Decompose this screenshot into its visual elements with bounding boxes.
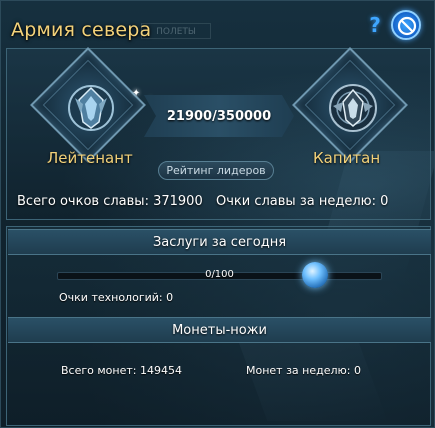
weekly-glory-label: Очки славы за неделю: (216, 194, 376, 209)
merits-panel: Заслуги за сегодня 0/100 Очки технологий… (6, 226, 431, 426)
next-rank-label: Капитан (313, 149, 381, 167)
total-glory-value: 371900 (153, 194, 203, 209)
current-rank-label: Лейтенант (47, 149, 133, 167)
weekly-glory-value: 0 (380, 194, 389, 209)
rank-panel: ✦ · 21900/350000 Лейтенант Капитан Рейти… (6, 47, 431, 220)
help-button[interactable]: ? (364, 13, 386, 37)
sparkle-icon: ✦ (132, 88, 141, 99)
total-coins-label: Всего монет: (61, 364, 137, 377)
weekly-coins-value: 0 (354, 364, 361, 377)
merits-header: Заслуги за сегодня (8, 229, 431, 255)
lieutenant-rank-icon (68, 85, 114, 131)
ghost-tab-label: ПОЛЕТЫ (141, 23, 211, 39)
window-title: Армия севера (11, 19, 152, 41)
merit-orb-icon (302, 262, 328, 288)
tech-points-value: 0 (166, 291, 174, 304)
total-glory-label: Всего очков славы: (17, 194, 149, 209)
tech-points-stat: Очки технологий: 0 (59, 291, 173, 304)
army-north-window: Армия севера ПОЛЕТЫ ? ✦ · 21900/350000 (0, 0, 435, 428)
close-icon (397, 16, 417, 36)
tech-points-label: Очки технологий: (59, 291, 163, 304)
weekly-glory-stat: Очки славы за неделю: 0 (216, 194, 388, 209)
coins-header: Монеты-ножи (8, 317, 431, 343)
weekly-coins-stat: Монет за неделю: 0 (246, 364, 361, 377)
weekly-coins-label: Монет за неделю: (246, 364, 351, 377)
total-coins-stat: Всего монет: 149454 (61, 364, 182, 377)
merits-progress-text: 0/100 (205, 269, 234, 280)
total-glory-stat: Всего очков славы: 371900 (17, 194, 203, 209)
leaders-rating-button[interactable]: Рейтинг лидеров (158, 161, 274, 180)
captain-rank-icon (329, 84, 377, 132)
total-coins-value: 149454 (139, 364, 182, 377)
rank-progress-text: 21900/350000 (166, 109, 272, 124)
close-button[interactable] (391, 10, 421, 40)
